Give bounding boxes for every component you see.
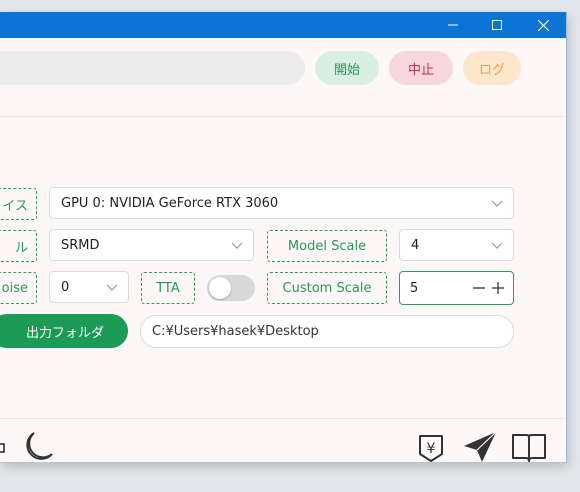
tta-label: TTA bbox=[141, 272, 195, 304]
send-icon[interactable] bbox=[462, 430, 500, 464]
log-button[interactable]: ログ bbox=[463, 51, 521, 85]
output-path-value: C:¥Users¥hasek¥Desktop bbox=[152, 324, 319, 339]
minus-icon[interactable] bbox=[472, 281, 486, 295]
custom-scale-value: 5 bbox=[410, 280, 419, 296]
chevron-down-icon bbox=[231, 242, 243, 249]
tta-toggle[interactable] bbox=[207, 275, 255, 301]
denoise-value: 0 bbox=[61, 279, 70, 295]
maximize-icon bbox=[492, 20, 502, 30]
custom-scale-input[interactable]: 5 bbox=[399, 271, 514, 305]
model-scale-value: 4 bbox=[411, 237, 420, 253]
chevron-down-icon bbox=[491, 200, 503, 207]
custom-scale-label: Custom Scale bbox=[267, 272, 387, 304]
yen-icon[interactable]: ¥ bbox=[414, 430, 448, 464]
minimize-icon bbox=[448, 24, 458, 26]
chevron-down-icon bbox=[106, 284, 118, 291]
model-label: ル bbox=[0, 230, 37, 262]
chevron-down-icon bbox=[491, 242, 503, 249]
close-button[interactable] bbox=[520, 12, 566, 38]
svg-text:¥: ¥ bbox=[427, 441, 436, 457]
output-folder-button[interactable]: 出力フォルダ bbox=[0, 314, 128, 348]
model-scale-label: Model Scale bbox=[267, 230, 387, 262]
maximize-button[interactable] bbox=[474, 12, 520, 38]
stop-button[interactable]: 中止 bbox=[389, 51, 453, 85]
model-scale-select[interactable]: 4 bbox=[399, 229, 514, 261]
partial-icon[interactable] bbox=[0, 432, 8, 460]
book-icon[interactable] bbox=[510, 430, 548, 464]
denoise-select[interactable]: 0 bbox=[49, 271, 129, 303]
model-select[interactable]: SRMD bbox=[49, 229, 254, 261]
close-icon bbox=[537, 19, 549, 31]
output-path-field[interactable]: C:¥Users¥hasek¥Desktop bbox=[140, 315, 514, 348]
model-value: SRMD bbox=[61, 237, 100, 253]
plus-icon[interactable] bbox=[491, 281, 505, 295]
device-label: イス bbox=[0, 188, 37, 220]
toggle-knob bbox=[209, 277, 231, 299]
moon-icon[interactable] bbox=[20, 430, 56, 464]
top-toolbar: 開始 中止 ログ bbox=[0, 38, 566, 117]
start-button[interactable]: 開始 bbox=[315, 51, 379, 85]
denoise-label: oise bbox=[0, 272, 37, 304]
input-path-field[interactable] bbox=[0, 51, 305, 85]
device-value: GPU 0: NVIDIA GeForce RTX 3060 bbox=[61, 195, 279, 211]
minimize-button[interactable] bbox=[430, 12, 476, 38]
device-select[interactable]: GPU 0: NVIDIA GeForce RTX 3060 bbox=[49, 187, 514, 219]
title-bar bbox=[0, 12, 566, 38]
footer-divider bbox=[0, 418, 566, 419]
